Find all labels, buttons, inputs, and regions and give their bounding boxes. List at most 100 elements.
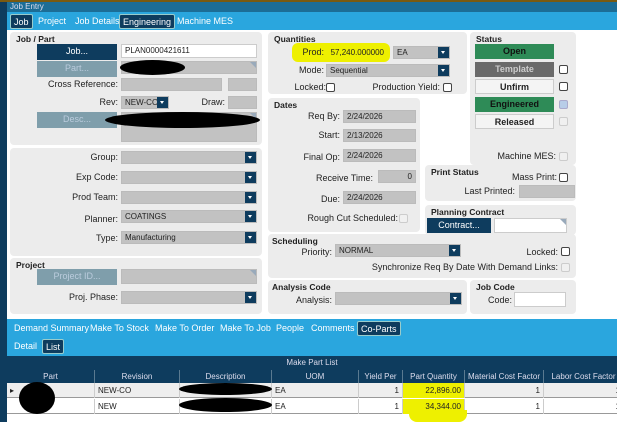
- project-id-button[interactable]: Project ID...: [37, 269, 117, 285]
- uom-cell: EA: [272, 399, 359, 414]
- project-panel: Project Project ID... Proj. Phase:: [10, 258, 262, 314]
- analysis-select[interactable]: [335, 292, 462, 305]
- redaction: [120, 60, 185, 75]
- column-header[interactable]: Part: [7, 370, 95, 383]
- tab-people[interactable]: People: [273, 321, 307, 336]
- quantities-panel: Quantities Prod: 57,240.000000 EA Mode: …: [268, 32, 467, 94]
- final-op-input[interactable]: 2/24/2026: [343, 149, 416, 162]
- req-by-input[interactable]: 2/24/2026: [343, 110, 416, 123]
- chevron-down-icon[interactable]: [245, 211, 256, 222]
- column-header[interactable]: Labor Cost Factor: [544, 370, 617, 383]
- contract-input[interactable]: [494, 218, 567, 233]
- column-header[interactable]: Revision: [95, 370, 180, 383]
- chevron-down-icon[interactable]: [245, 172, 256, 183]
- project-id-input[interactable]: [121, 269, 257, 284]
- tab-job[interactable]: Job: [10, 14, 33, 29]
- panel-title: Dates: [274, 100, 298, 110]
- revision-cell: NEW: [95, 399, 180, 414]
- cross-reference-input[interactable]: [121, 78, 222, 91]
- machine-mes-checkbox[interactable]: [559, 152, 568, 161]
- part-button[interactable]: Part...: [37, 61, 117, 77]
- table-row[interactable]: NEW EA 1 34,344.00 1 1: [7, 399, 617, 414]
- tab-comments[interactable]: Comments: [308, 321, 358, 336]
- prod-label: Prod:: [302, 47, 324, 57]
- tab-demand-summary[interactable]: Demand Summary: [11, 321, 92, 336]
- code-input[interactable]: [514, 292, 566, 307]
- exp-code-select[interactable]: [121, 171, 257, 184]
- main-tabs: Job Project Job Details Engineering Mach…: [7, 12, 617, 30]
- dates-panel: Dates Req By: 2/24/2026 Start: 2/13/2026…: [268, 98, 420, 232]
- tab-engineering[interactable]: Engineering: [119, 14, 176, 29]
- sched-locked-checkbox[interactable]: [561, 247, 570, 256]
- cross-reference-extra[interactable]: [228, 78, 257, 91]
- chevron-down-icon[interactable]: [438, 65, 449, 76]
- prod-quantity-input[interactable]: 57,240.000000: [326, 46, 388, 59]
- rough-cut-checkbox[interactable]: [399, 214, 408, 223]
- tab-make-to-order[interactable]: Make To Order: [152, 321, 217, 336]
- open-button[interactable]: Open: [475, 44, 554, 59]
- column-header[interactable]: Material Cost Factor: [465, 370, 544, 383]
- chevron-down-icon[interactable]: [438, 47, 449, 58]
- planner-select[interactable]: COATINGS: [121, 210, 257, 223]
- tab-make-to-stock[interactable]: Make To Stock: [87, 321, 152, 336]
- proj-phase-select[interactable]: [121, 291, 257, 304]
- job-number-input[interactable]: PLAN0000421611: [121, 44, 257, 58]
- uom-cell: EA: [272, 383, 359, 398]
- production-yield-checkbox[interactable]: [443, 83, 452, 92]
- prod-team-select[interactable]: [121, 191, 257, 204]
- print-status-panel: Print Status Mass Print: Last Printed:: [425, 165, 576, 201]
- tab-project[interactable]: Project: [35, 14, 69, 29]
- draw-input[interactable]: [228, 96, 257, 109]
- type-label: Type:: [95, 233, 118, 243]
- chevron-down-icon[interactable]: [245, 192, 256, 203]
- labor-cost-cell: 1: [544, 383, 617, 398]
- chevron-down-icon[interactable]: [450, 293, 461, 304]
- job-entry-form: Job / Part Job... PLAN0000421611 Part...…: [7, 30, 617, 320]
- template-checkbox[interactable]: [559, 65, 568, 74]
- unfirm-button[interactable]: Unfirm: [475, 79, 554, 94]
- chevron-down-icon[interactable]: [449, 245, 460, 256]
- released-checkbox[interactable]: [559, 117, 568, 126]
- tab-co-parts[interactable]: Co-Parts: [357, 321, 401, 336]
- engineered-checkbox[interactable]: [559, 100, 568, 109]
- mass-print-checkbox[interactable]: [559, 173, 568, 182]
- priority-select[interactable]: NORMAL: [335, 244, 461, 257]
- uom-select[interactable]: EA: [393, 46, 450, 59]
- rev-select[interactable]: NEW-CO: [121, 96, 169, 109]
- last-printed-input[interactable]: [519, 185, 575, 198]
- mode-select[interactable]: Sequential: [326, 64, 450, 77]
- tab-machine-mes[interactable]: Machine MES: [174, 14, 236, 29]
- panel-title: Planning Contract: [431, 207, 505, 217]
- tab-make-to-job[interactable]: Make To Job: [217, 321, 274, 336]
- template-button[interactable]: Template: [475, 62, 554, 77]
- unfirm-checkbox[interactable]: [559, 82, 568, 91]
- tab-list[interactable]: List: [42, 339, 65, 354]
- column-header[interactable]: UOM: [272, 370, 359, 383]
- analysis-label: Analysis:: [295, 295, 332, 305]
- column-header[interactable]: Yield Per: [359, 370, 403, 383]
- tab-detail[interactable]: Detail: [11, 339, 40, 354]
- type-select[interactable]: Manufacturing: [121, 231, 257, 244]
- column-header[interactable]: Part Quantity: [403, 370, 465, 383]
- chevron-down-icon[interactable]: [157, 97, 168, 108]
- start-input[interactable]: 2/13/2026: [343, 129, 416, 142]
- locked-checkbox[interactable]: [326, 83, 335, 92]
- receive-time-input[interactable]: 0: [378, 170, 416, 183]
- exp-code-label: Exp Code:: [75, 172, 118, 182]
- sync-checkbox[interactable]: [561, 263, 570, 272]
- receive-time-label: Receive Time:: [315, 173, 373, 183]
- tab-job-details[interactable]: Job Details: [72, 14, 123, 29]
- column-header[interactable]: Description: [180, 370, 272, 383]
- due-input[interactable]: 2/24/2026: [343, 191, 416, 204]
- sched-locked-label: Locked:: [526, 247, 558, 257]
- chevron-down-icon[interactable]: [245, 232, 256, 243]
- final-op-label: Final Op:: [303, 152, 340, 162]
- chevron-down-icon[interactable]: [245, 292, 256, 303]
- engineered-button[interactable]: Engineered: [475, 97, 554, 112]
- group-select[interactable]: [121, 151, 257, 164]
- contract-button[interactable]: Contract...: [427, 218, 491, 233]
- released-button[interactable]: Released: [475, 114, 554, 129]
- chevron-down-icon[interactable]: [245, 152, 256, 163]
- job-button[interactable]: Job...: [37, 44, 117, 60]
- table-row[interactable]: ▸ NEW-CO EA 1 22,896.00 1 1: [7, 383, 617, 398]
